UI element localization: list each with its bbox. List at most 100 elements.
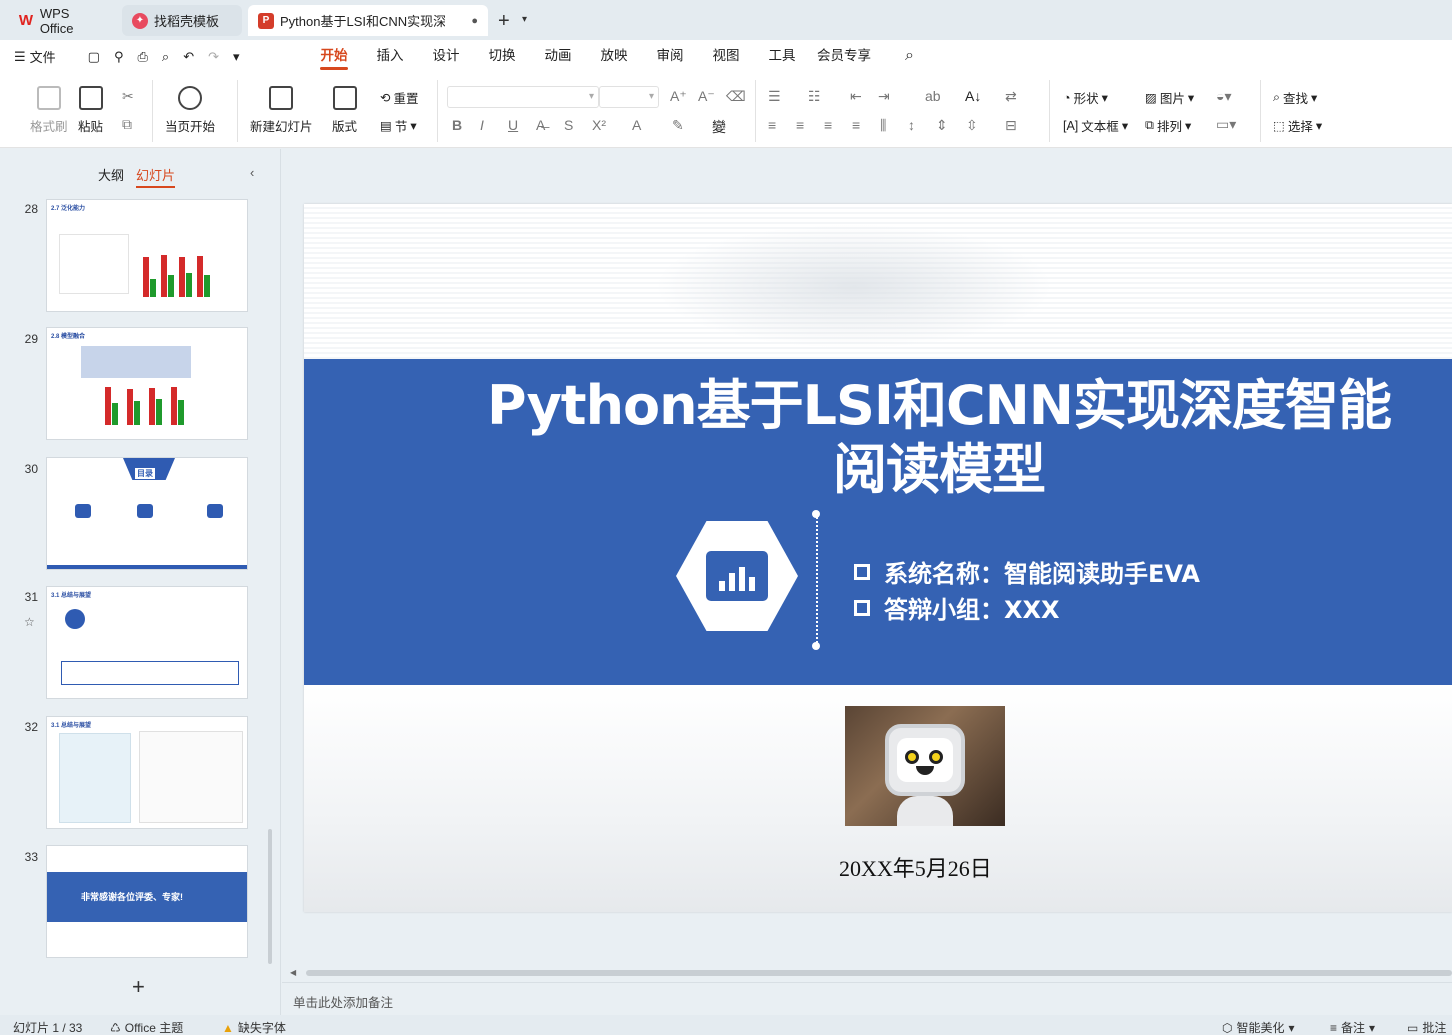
print-icon[interactable]: ⎙ (138, 49, 148, 65)
font-family-select[interactable]: ▾ (447, 86, 599, 108)
reset-button[interactable]: ⟲ 重置 (380, 88, 419, 107)
tab-member[interactable]: 会员专享 (810, 40, 878, 72)
tab-slideshow[interactable]: 放映 (586, 40, 642, 72)
cut-icon[interactable]: ✂ (122, 88, 134, 105)
tab-home[interactable]: 开始 (306, 40, 362, 72)
new-tab-plus-icon[interactable]: + (498, 10, 510, 33)
format-painter-button[interactable]: 格式刷 (30, 86, 68, 135)
layout-button[interactable]: 版式 (332, 86, 357, 135)
shadow-icon[interactable]: S (564, 117, 573, 133)
new-slide-button[interactable]: 新建幻灯片 (250, 86, 313, 135)
underline-icon[interactable]: U (508, 117, 518, 133)
missing-font-button[interactable]: ▲ 缺失字体 (222, 1019, 286, 1035)
slide-date[interactable]: 20XX年5月26日 (839, 851, 992, 883)
slide-thumbnail[interactable]: 非常感谢各位评委、专家! (46, 845, 248, 958)
outline-icon[interactable]: ▭▾ (1216, 116, 1236, 133)
notes-toggle-button[interactable]: ≡ 备注 ▾ (1330, 1019, 1375, 1035)
highlight-icon[interactable]: ✎ (672, 117, 684, 134)
phonetic-icon[interactable]: 變 (712, 117, 726, 137)
decrease-font-icon[interactable]: A⁻ (698, 88, 715, 105)
collapse-sidebar-icon[interactable]: ‹ (250, 165, 254, 180)
fill-icon[interactable]: ◒▾ (1216, 88, 1231, 105)
tab-slides[interactable]: 幻灯片 (136, 165, 176, 188)
tab-transitions[interactable]: 切换 (474, 40, 530, 72)
increase-indent-icon[interactable]: ⇥ (878, 88, 890, 105)
align-right-icon[interactable]: ≡ (824, 117, 832, 133)
slide-thumbnail[interactable]: 3.1 总结与展望 (46, 586, 248, 699)
share-icon[interactable]: ⚲ (114, 49, 124, 65)
hamburger-icon[interactable]: ☰ (14, 49, 26, 65)
find-button[interactable]: ⌕ 查找 ▾ (1273, 88, 1317, 107)
picture-button[interactable]: ▨ 图片 ▾ (1145, 88, 1194, 107)
sort-icon[interactable]: A↓ (965, 88, 981, 104)
paste-button[interactable]: 粘贴 (78, 86, 103, 135)
file-menu[interactable]: 文件 (30, 47, 56, 66)
tab-wps-office[interactable]: W WPS Office (8, 5, 116, 36)
tab-insert[interactable]: 插入 (362, 40, 418, 72)
slide-thumbnail[interactable]: 目录 (46, 457, 248, 570)
slide-thumbnail[interactable]: 2.8 模型融合 (46, 327, 248, 440)
numbered-list-icon[interactable]: ☷ (808, 88, 821, 105)
tab-outline[interactable]: 大纲 (98, 165, 124, 188)
star-icon[interactable]: ☆ (24, 615, 35, 629)
tab-view[interactable]: 视图 (698, 40, 754, 72)
strikethrough-icon[interactable]: A̶ (536, 117, 545, 133)
print-preview-icon[interactable]: ⌕ (162, 49, 169, 65)
convert-icon[interactable]: ⇄ (1005, 88, 1017, 105)
scroll-left-icon[interactable]: ◀ (290, 968, 296, 977)
quick-access-dropdown-icon[interactable]: ▾ (233, 49, 240, 65)
copy-icon[interactable]: ⧉ (122, 116, 132, 133)
decrease-indent-icon[interactable]: ⇤ (850, 88, 862, 105)
align-text-icon[interactable]: ⊟ (1005, 117, 1017, 134)
distribute-icon[interactable]: ⫼ (880, 117, 886, 134)
bullet-team[interactable]: 答辩小组：XXX (854, 590, 1060, 625)
increase-font-icon[interactable]: A⁺ (670, 88, 687, 105)
bullet-system-name[interactable]: 系统名称：智能阅读助手EVA (854, 554, 1200, 589)
font-color-icon[interactable]: A (632, 117, 641, 133)
textbox-button[interactable]: [A] 文本框 ▾ (1063, 116, 1128, 135)
justify-icon[interactable]: ≡ (852, 117, 860, 133)
italic-icon[interactable]: I (480, 117, 484, 133)
tab-close-icon[interactable]: ● (471, 15, 478, 27)
align-left-icon[interactable]: ≡ (768, 117, 776, 133)
comments-button[interactable]: ▭ 批注 (1407, 1019, 1446, 1035)
notes-pane[interactable]: 单击此处添加备注 (282, 982, 1452, 1015)
sidebar-scrollbar[interactable] (268, 829, 272, 964)
select-button[interactable]: ⬚ 选择 ▾ (1273, 116, 1322, 135)
section-button[interactable]: ▤ 节 ▾ (380, 116, 417, 135)
align-center-icon[interactable]: ≡ (796, 117, 804, 133)
slide-thumbnail[interactable]: 3.1 总结与展望 (46, 716, 248, 829)
scroll-track[interactable] (306, 970, 1452, 976)
current-slide[interactable]: Python基于LSI和CNN实现深度智能 阅读模型 系统名称：智能阅读助手EV… (304, 204, 1452, 912)
arrange-button[interactable]: ⧉ 排列 ▾ (1145, 116, 1191, 135)
tab-dropdown-chevron-icon[interactable]: ▾ (522, 14, 527, 25)
para-spacing-icon[interactable]: ⇕ (936, 117, 948, 134)
tab-template[interactable]: ✦ 找稻壳模板 (122, 5, 242, 36)
undo-icon[interactable]: ↶ (183, 49, 194, 65)
save-icon[interactable]: ▢ (88, 49, 100, 65)
slide-thumbnail[interactable]: 2.7 泛化能力 (46, 199, 248, 312)
tab-review[interactable]: 审阅 (642, 40, 698, 72)
robot-image[interactable] (845, 706, 1005, 826)
add-slide-plus-icon[interactable]: + (132, 974, 145, 1000)
beautify-button[interactable]: ⬡ 智能美化 ▾ (1222, 1019, 1295, 1035)
theme-button[interactable]: ♺ Office 主题 (110, 1019, 183, 1035)
text-direction-icon[interactable]: ab (925, 88, 941, 104)
tab-design[interactable]: 设计 (418, 40, 474, 72)
play-from-current-button[interactable]: 当页开始 (165, 86, 215, 135)
clear-format-icon[interactable]: ⌫ (726, 88, 746, 105)
search-icon[interactable]: ⌕ (905, 47, 914, 65)
tab-document[interactable]: P Python基于LSI和CNN实现深度 ● (248, 5, 488, 36)
tab-animations[interactable]: 动画 (530, 40, 586, 72)
redo-icon[interactable]: ↷ (208, 49, 219, 65)
superscript-icon[interactable]: X² (592, 117, 606, 133)
bold-icon[interactable]: B (452, 117, 462, 133)
shape-button[interactable]: ◔ 形状 ▾ (1063, 88, 1108, 107)
line-spacing-icon[interactable]: ↕ (908, 117, 915, 133)
font-size-select[interactable]: ▾ (599, 86, 659, 108)
columns-icon[interactable]: ⇳ (966, 117, 978, 134)
tab-tools[interactable]: 工具 (754, 40, 810, 72)
horizontal-scrollbar[interactable]: ◀ (290, 968, 1452, 978)
bullet-list-icon[interactable]: ☰ (768, 88, 781, 105)
slide-title[interactable]: Python基于LSI和CNN实现深度智能 阅读模型 (464, 374, 1414, 502)
